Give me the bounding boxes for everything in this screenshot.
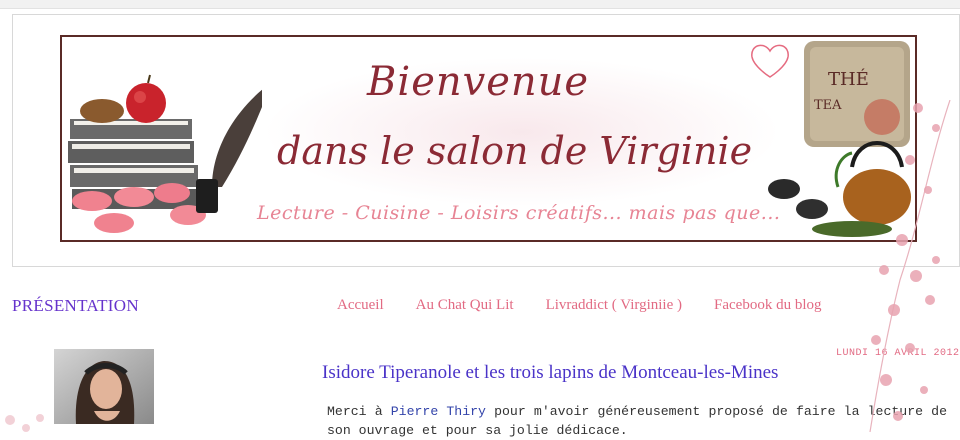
tea-box-label-2: TEA: [814, 98, 842, 113]
apple: [126, 83, 166, 123]
macaron-2: [114, 187, 154, 207]
macaron-4: [94, 213, 134, 233]
macaron-1: [72, 191, 112, 211]
books-macarons-illustration: [68, 74, 262, 233]
cherry-blossom-decoration: [869, 100, 951, 432]
nav-link-livraddict[interactable]: Livraddict ( Virginiie ): [546, 297, 682, 314]
post-body-prefix: Merci à: [327, 404, 391, 419]
blog-banner[interactable]: Bienvenue dans le salon de Virginie Lect…: [60, 35, 917, 242]
blossom-corner-decoration: [5, 414, 44, 432]
top-nav: Accueil Au Chat Qui Lit Livraddict ( Vir…: [337, 297, 821, 314]
browser-top-strip: [0, 0, 960, 9]
banner-subtitle: Lecture - Cuisine - Loisirs créatifs... …: [257, 202, 781, 224]
biscuit: [80, 99, 124, 123]
presentation-heading: PRÉSENTATION: [12, 296, 139, 315]
nav-link-facebook[interactable]: Facebook du blog: [714, 297, 821, 314]
ink-bottle: [196, 179, 218, 213]
macaron-3: [154, 183, 190, 203]
nav-link-accueil[interactable]: Accueil: [337, 297, 384, 314]
quill-feather: [212, 89, 262, 187]
banner-title-line-1: Bienvenue: [367, 59, 590, 105]
tea-cup-1: [768, 179, 800, 199]
heart-outline-icon: [751, 44, 789, 78]
nav-link-au-chat-qui-lit[interactable]: Au Chat Qui Lit: [416, 297, 514, 314]
author-link[interactable]: Pierre Thiry: [391, 404, 486, 419]
avatar-photo: [54, 349, 154, 424]
banner-title-line-2: dans le salon de Virginie: [277, 129, 753, 173]
tea-box-label: THÉ: [828, 67, 869, 90]
tea-cup-2: [796, 199, 828, 219]
post-title[interactable]: Isidore Tiperanole et les trois lapins d…: [322, 362, 778, 384]
profile-avatar[interactable]: [54, 349, 154, 424]
